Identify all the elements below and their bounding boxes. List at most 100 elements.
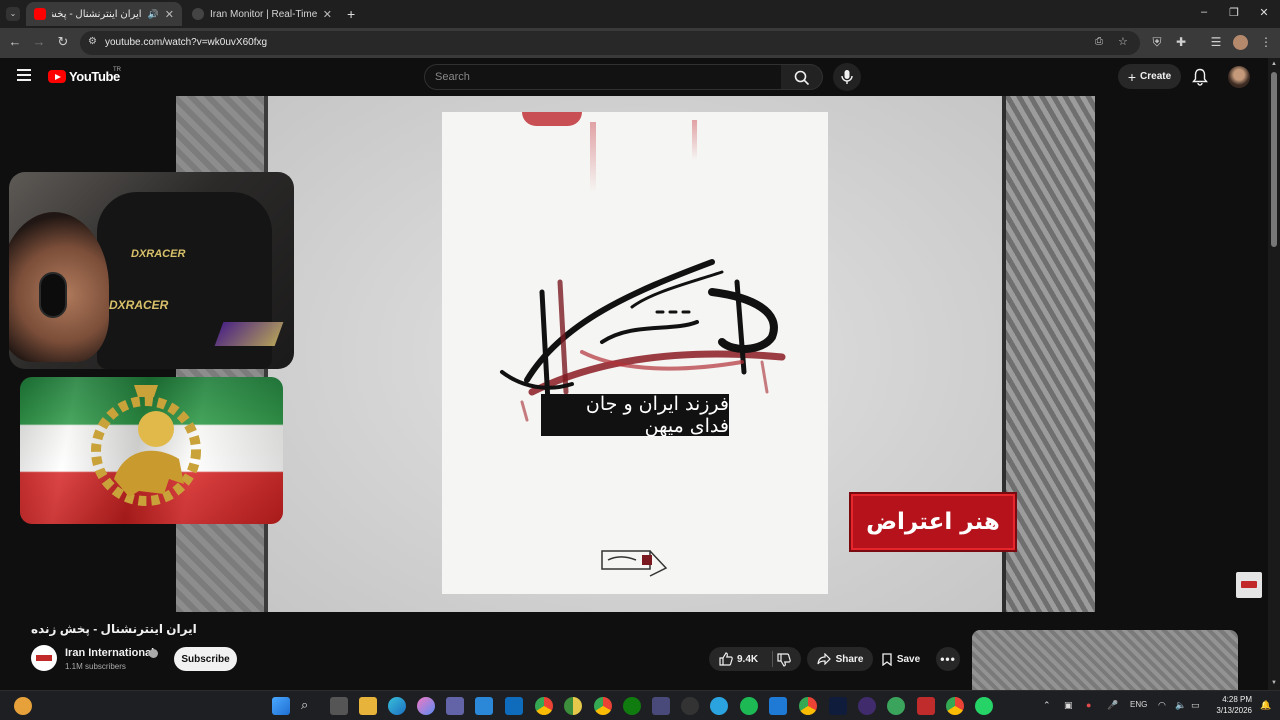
outlook-icon[interactable] bbox=[505, 697, 523, 715]
site-info-icon[interactable]: ⚙ bbox=[88, 36, 97, 47]
bookmark-star-icon[interactable]: ☆ bbox=[1118, 35, 1128, 48]
voice-search-button[interactable] bbox=[833, 63, 861, 91]
minimize-icon[interactable]: – bbox=[1195, 6, 1213, 18]
lion-and-sun-emblem-icon bbox=[91, 385, 201, 506]
close-window-icon[interactable]: ✕ bbox=[1255, 6, 1273, 19]
close-tab-icon[interactable]: ✕ bbox=[323, 8, 332, 21]
vscode-icon[interactable] bbox=[769, 697, 787, 715]
office-app-icon[interactable] bbox=[917, 697, 935, 715]
more-actions-button[interactable]: ••• bbox=[936, 647, 960, 671]
video-title: ایران اینترنشنال - پخش زنده bbox=[31, 622, 197, 636]
youtube-header: YouTube TR + Create bbox=[0, 58, 1268, 96]
whatsapp-icon[interactable] bbox=[975, 697, 993, 715]
forward-icon[interactable]: → bbox=[31, 34, 47, 49]
save-label: Save bbox=[896, 653, 921, 665]
language-indicator[interactable]: ENG bbox=[1130, 700, 1147, 709]
scroll-up-icon[interactable]: ▲ bbox=[1271, 61, 1277, 67]
streamer-webcam: DXRACER DXRACER bbox=[9, 172, 294, 369]
restore-icon[interactable]: ❐ bbox=[1225, 6, 1243, 19]
file-explorer-icon[interactable] bbox=[359, 697, 377, 715]
copilot-icon[interactable] bbox=[417, 697, 435, 715]
chrome-alt-icon[interactable] bbox=[564, 697, 582, 715]
youtube-icon bbox=[34, 8, 46, 20]
media-app-icon[interactable] bbox=[681, 697, 699, 715]
chrome-profile-icon[interactable] bbox=[594, 697, 612, 715]
volume-icon[interactable]: 🔈 bbox=[1175, 700, 1186, 711]
start-button-icon[interactable] bbox=[272, 697, 290, 715]
video-right-pattern bbox=[1002, 96, 1095, 612]
system-clock[interactable]: 4:28 PM 3/13/2026 bbox=[1210, 694, 1252, 716]
notes-icon[interactable] bbox=[475, 697, 493, 715]
scrollbar-thumb[interactable] bbox=[1271, 72, 1277, 247]
new-tab-button[interactable]: + bbox=[347, 6, 355, 22]
microphone-tray-icon[interactable]: 🎤 bbox=[1107, 700, 1118, 711]
app-icon[interactable] bbox=[887, 697, 905, 715]
notification-center-icon[interactable]: 🔔 bbox=[1260, 700, 1271, 711]
recommended-video-thumbnail[interactable] bbox=[972, 630, 1238, 690]
channel-watermark-icon[interactable] bbox=[1236, 572, 1262, 598]
xbox-icon[interactable] bbox=[623, 697, 641, 715]
browser-menu-icon[interactable]: ⋮ bbox=[1258, 35, 1274, 49]
chair-brand-text: DXRACER bbox=[131, 248, 186, 260]
profile-avatar-icon[interactable] bbox=[1233, 35, 1248, 50]
poster-logo-icon bbox=[601, 550, 668, 577]
tab-search-icon[interactable]: ⌄ bbox=[6, 7, 20, 21]
capture-app-icon[interactable] bbox=[652, 697, 670, 715]
search-taskbar-icon[interactable]: ⌕ bbox=[301, 697, 319, 715]
subscriber-count: 1.1M subscribers bbox=[65, 662, 126, 671]
dislike-thumb-icon[interactable] bbox=[777, 653, 791, 667]
photoshop-icon[interactable] bbox=[829, 697, 847, 715]
plus-icon: + bbox=[1127, 68, 1137, 85]
tray-app-icon[interactable]: ● bbox=[1086, 700, 1091, 710]
edge-icon[interactable] bbox=[388, 697, 406, 715]
channel-name[interactable]: Iran International bbox=[65, 647, 154, 659]
search-icon bbox=[794, 70, 810, 86]
channel-avatar[interactable] bbox=[31, 645, 57, 671]
protest-art-badge: هنر اعتراض bbox=[851, 494, 1015, 550]
telegram-icon[interactable] bbox=[710, 697, 728, 715]
subscribe-button[interactable]: Subscribe bbox=[174, 647, 237, 671]
tab-iran-international[interactable]: ایران اینترنشنال - پخش زنده 🔊 ✕ bbox=[26, 2, 182, 26]
spotify-icon[interactable] bbox=[740, 697, 758, 715]
battery-icon[interactable]: ▭ bbox=[1191, 700, 1200, 711]
bookmark-icon bbox=[882, 652, 892, 666]
close-tab-icon[interactable]: ✕ bbox=[165, 8, 174, 21]
search-box[interactable] bbox=[424, 64, 782, 90]
tab-iran-monitor[interactable]: Iran Monitor | Real-Time OSINT ✕ bbox=[184, 2, 340, 26]
save-button[interactable]: Save bbox=[873, 647, 929, 671]
reading-list-icon[interactable]: ☰ bbox=[1208, 35, 1224, 49]
create-button[interactable]: + Create bbox=[1118, 64, 1181, 89]
weather-widget-icon[interactable] bbox=[14, 697, 32, 715]
page-scrollbar[interactable]: ▲ ▼ bbox=[1268, 58, 1280, 694]
chrome-icon[interactable] bbox=[535, 697, 553, 715]
youtube-logo-icon[interactable] bbox=[48, 70, 66, 83]
speaker-icon[interactable]: 🔊 bbox=[148, 9, 159, 20]
region-code: TR bbox=[113, 67, 121, 73]
chrome-window-icon[interactable] bbox=[946, 697, 964, 715]
shield-extension-icon[interactable]: ⛨ bbox=[1149, 35, 1165, 50]
search-button[interactable] bbox=[781, 64, 823, 90]
extensions-icon[interactable]: ✚ bbox=[1173, 35, 1189, 49]
notifications-bell-icon[interactable] bbox=[1192, 68, 1208, 86]
install-icon[interactable]: ⎙ bbox=[1095, 36, 1103, 47]
address-bar[interactable]: ⚙ youtube.com/watch?v=wk0uvX60fxg ⎙ ☆ bbox=[80, 31, 1140, 55]
task-view-icon[interactable] bbox=[330, 697, 348, 715]
video-player[interactable]: فرزند ایران و جان فدای میهن هنر اعتراض bbox=[176, 96, 1095, 612]
like-thumb-icon[interactable] bbox=[719, 652, 733, 666]
chrome-active-icon[interactable] bbox=[799, 697, 817, 715]
hamburger-menu-icon[interactable] bbox=[17, 69, 31, 81]
obs-icon[interactable] bbox=[858, 697, 876, 715]
account-avatar[interactable] bbox=[1228, 66, 1250, 88]
scroll-down-icon[interactable]: ▼ bbox=[1271, 680, 1277, 686]
back-icon[interactable]: ← bbox=[7, 34, 23, 49]
wifi-icon[interactable]: ◠ bbox=[1158, 700, 1166, 711]
reload-icon[interactable]: ↻ bbox=[55, 34, 71, 50]
share-button[interactable]: Share bbox=[807, 647, 873, 671]
tray-overflow-icon[interactable]: ⌃ bbox=[1043, 700, 1051, 711]
like-count[interactable]: 9.4K bbox=[737, 654, 758, 665]
teams-icon[interactable] bbox=[446, 697, 464, 715]
browser-tab-strip: ⌄ ایران اینترنشنال - پخش زنده 🔊 ✕ Iran M… bbox=[0, 0, 1280, 28]
blood-stain-decoration bbox=[522, 112, 582, 126]
tray-app-icon[interactable]: ▣ bbox=[1064, 700, 1073, 711]
search-input[interactable] bbox=[435, 71, 755, 83]
